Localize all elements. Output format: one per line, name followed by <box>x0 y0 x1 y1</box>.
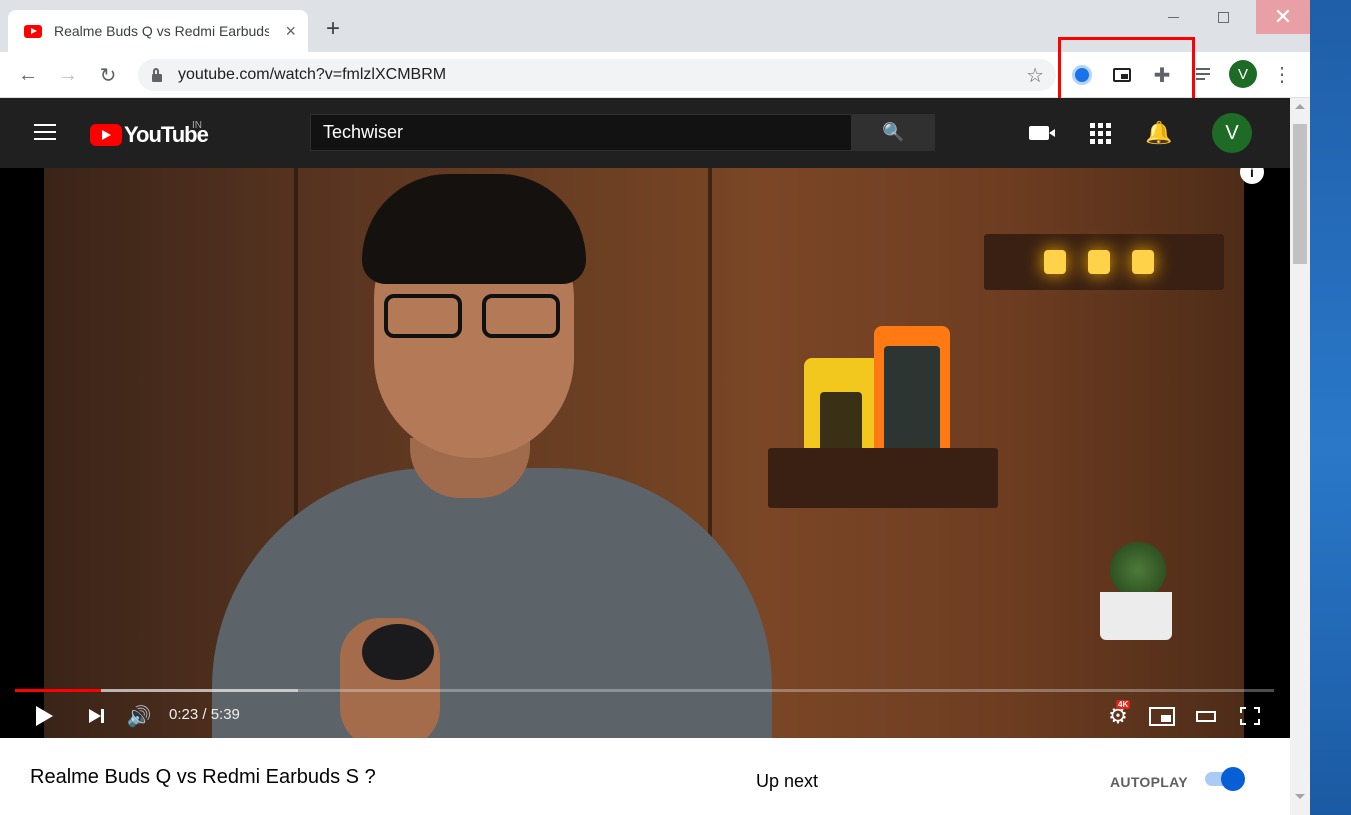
window-close-button[interactable]: ✕ <box>1256 0 1310 34</box>
new-tab-button[interactable]: + <box>326 17 340 41</box>
url-text[interactable]: youtube.com/watch?v=fmlzlXCMBRM <box>178 66 446 84</box>
search-button[interactable]: 🔍 <box>852 114 935 151</box>
media-controls-icon[interactable] <box>1194 62 1220 88</box>
forward-button[interactable]: → <box>56 63 80 87</box>
autoplay-label: AUTOPLAY <box>1110 774 1188 790</box>
volume-icon[interactable]: 🔊 <box>126 704 152 728</box>
tab-close-icon[interactable]: × <box>285 22 296 40</box>
minimize-button[interactable] <box>1150 0 1196 34</box>
next-video-icon[interactable] <box>86 704 106 728</box>
notifications-bell-icon[interactable]: 🔔 <box>1145 120 1172 146</box>
youtube-favicon-icon <box>24 24 42 38</box>
back-button[interactable]: ← <box>16 63 40 87</box>
person-hair <box>362 174 586 284</box>
play-icon[interactable] <box>34 704 54 728</box>
search-icon: 🔍 <box>882 122 905 142</box>
lamp <box>1088 250 1110 274</box>
player-controls: 🔊 0:23 / 5:39 ⚙ 4K <box>0 696 1290 736</box>
lamp <box>1132 250 1154 274</box>
theater-mode-icon[interactable] <box>1194 704 1218 728</box>
close-icon: ✕ <box>1273 4 1293 29</box>
time-display: 0:23 / 5:39 <box>169 706 240 723</box>
apps-grid-icon[interactable] <box>1087 120 1113 146</box>
country-code: IN <box>192 120 202 131</box>
glasses <box>384 294 564 338</box>
scroll-thumb[interactable] <box>1293 124 1307 264</box>
below-player: Realme Buds Q vs Redmi Earbuds S ? Up ne… <box>0 738 1290 815</box>
search-input[interactable]: Techwiser <box>310 114 852 151</box>
plant <box>1110 542 1166 598</box>
video-title: Realme Buds Q vs Redmi Earbuds S ? <box>30 766 376 788</box>
youtube-account-avatar[interactable]: V <box>1212 113 1252 153</box>
hamburger-menu-icon[interactable] <box>34 124 56 140</box>
youtube-play-logo-icon <box>90 124 122 146</box>
bookmark-star-icon[interactable]: ☆ <box>1026 63 1044 88</box>
maximize-icon <box>1217 11 1229 23</box>
desktop-background <box>1310 0 1351 815</box>
address-bar[interactable]: youtube.com/watch?v=fmlzlXCMBRM ☆ <box>138 59 1056 91</box>
earbud-case <box>362 624 434 680</box>
reload-button[interactable]: ↻ <box>96 63 120 87</box>
lamp <box>1044 250 1066 274</box>
browser-profile-avatar[interactable]: V <box>1229 60 1257 88</box>
progress-bar[interactable] <box>15 689 1274 692</box>
youtube-logo[interactable]: YouTube <box>90 122 209 148</box>
miniplayer-icon[interactable] <box>1148 704 1176 728</box>
video-player[interactable]: i 🔊 0:23 / 5:39 ⚙ 4K <box>0 168 1290 738</box>
scroll-down-arrow-icon[interactable] <box>1295 794 1305 799</box>
lower-shelf <box>768 448 998 508</box>
maximize-button[interactable] <box>1200 0 1246 34</box>
quality-badge: 4K <box>1116 700 1131 709</box>
page-scrollbar[interactable] <box>1290 98 1310 815</box>
browser-menu-icon[interactable]: ⋮ <box>1272 62 1292 87</box>
plant-pot <box>1100 592 1172 640</box>
autoplay-toggle[interactable] <box>1205 767 1245 791</box>
browser-window: Realme Buds Q vs Redmi Earbuds S ? × + ✕… <box>0 0 1310 815</box>
scroll-up-arrow-icon[interactable] <box>1295 104 1305 109</box>
create-video-icon[interactable] <box>1026 120 1055 146</box>
up-next-label: Up next <box>756 771 819 791</box>
progress-played <box>15 689 101 692</box>
video-frame[interactable] <box>44 168 1244 738</box>
minimize-icon <box>1167 16 1179 18</box>
tab-title: Realme Buds Q vs Redmi Earbuds S ? <box>54 23 269 39</box>
tab-youtube[interactable]: Realme Buds Q vs Redmi Earbuds S ? × <box>8 10 308 52</box>
fullscreen-icon[interactable] <box>1238 704 1262 728</box>
youtube-masthead: YouTube IN Techwiser 🔍 🔔 V <box>0 98 1290 168</box>
lock-icon[interactable] <box>152 67 162 82</box>
